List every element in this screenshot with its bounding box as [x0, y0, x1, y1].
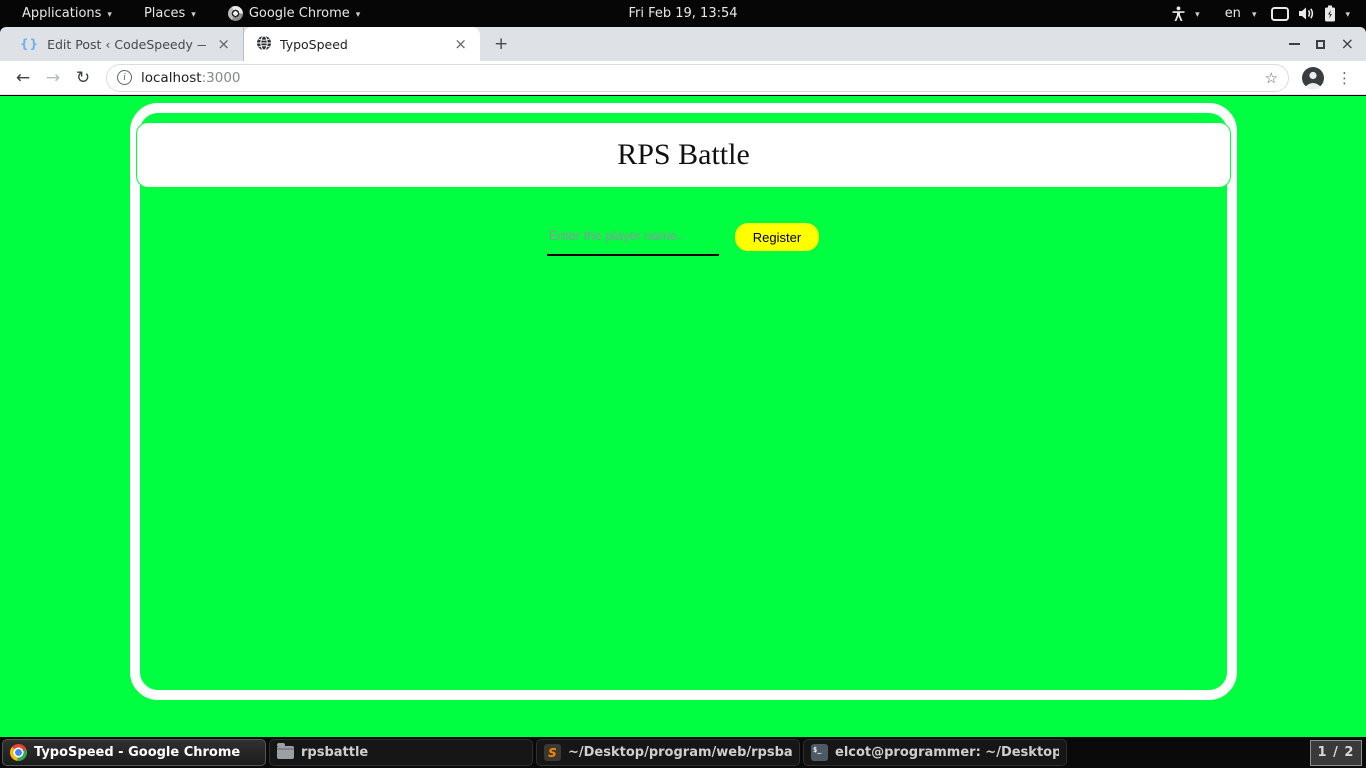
accessibility-menu[interactable]: ▾: [1167, 0, 1204, 27]
display-icon: [1271, 0, 1289, 27]
desktop: Applications ▾ Places ▾ Google Chrome ▾ …: [0, 0, 1366, 768]
url-host: localhost: [141, 70, 202, 86]
tab-codespeedy[interactable]: {} Edit Post ‹ CodeSpeedy — ×: [8, 27, 244, 61]
top-bar-status-area: ▾ en ▾ ▾: [1167, 0, 1366, 27]
taskbar-item-files[interactable]: rpsbattle: [269, 739, 533, 766]
game-panel: RPS Battle: [130, 103, 1237, 700]
folder-icon: [277, 744, 294, 761]
url-text: localhost:3000: [141, 70, 241, 86]
applications-menu-label: Applications: [22, 6, 101, 21]
taskbar-item-label: elcot@programmer: ~/Desktop/pr…: [835, 745, 1059, 760]
chrome-window: {} Edit Post ‹ CodeSpeedy — × TypoSpeed …: [0, 27, 1366, 737]
back-button[interactable]: ←: [8, 63, 38, 93]
chevron-down-icon: ▾: [1252, 10, 1257, 20]
page-info-icon[interactable]: i: [117, 70, 132, 85]
active-app-menu[interactable]: Google Chrome ▾: [216, 0, 373, 27]
browser-menu-icon[interactable]: ⋮: [1331, 69, 1358, 87]
chevron-down-icon: ▾: [1345, 10, 1350, 20]
maximize-icon[interactable]: [1316, 40, 1325, 49]
url-port: :3000: [202, 70, 241, 86]
reload-button[interactable]: ↻: [68, 63, 98, 93]
taskbar-item-label: TypoSpeed - Google Chrome: [34, 745, 240, 760]
address-bar[interactable]: i localhost:3000 ☆: [106, 64, 1289, 92]
volume-icon: [1298, 0, 1315, 27]
tab-title: Edit Post ‹ CodeSpeedy —: [47, 37, 206, 52]
taskbar-item-label: ~/Desktop/program/web/rpsbattl…: [568, 745, 792, 760]
player-name-input[interactable]: [547, 222, 719, 256]
chevron-down-icon: ▾: [107, 10, 112, 20]
taskbar-item-terminal[interactable]: $_ elcot@programmer: ~/Desktop/pr…: [803, 739, 1067, 766]
taskbar-item-sublime[interactable]: S ~/Desktop/program/web/rpsbattl…: [536, 739, 800, 766]
keyboard-layout-menu[interactable]: en ▾: [1211, 0, 1261, 27]
browser-toolbar: ← → ↻ i localhost:3000 ☆ ⋮: [0, 61, 1366, 95]
globe-favicon: [256, 35, 272, 54]
tab-typospeed[interactable]: TypoSpeed ×: [244, 27, 480, 61]
register-button[interactable]: Register: [735, 223, 819, 251]
chrome-icon: [10, 744, 27, 761]
chevron-down-icon: ▾: [1195, 10, 1200, 20]
tab-strip: {} Edit Post ‹ CodeSpeedy — × TypoSpeed …: [0, 27, 1366, 61]
terminal-icon: $_: [811, 744, 828, 761]
chevron-down-icon: ▾: [191, 10, 196, 20]
page-header: RPS Battle: [136, 122, 1231, 188]
chevron-down-icon: ▾: [356, 10, 361, 20]
page-title: RPS Battle: [617, 138, 750, 172]
profile-avatar[interactable]: [1301, 66, 1325, 90]
braces-favicon: {}: [20, 37, 39, 51]
taskbar-item-chrome[interactable]: TypoSpeed - Google Chrome: [2, 739, 266, 766]
close-icon[interactable]: ×: [214, 35, 233, 53]
system-status-menu[interactable]: ▾: [1267, 0, 1354, 27]
active-app-menu-label: Google Chrome: [249, 6, 350, 21]
chrome-symbolic-icon: [228, 6, 243, 21]
tab-title: TypoSpeed: [280, 37, 443, 52]
window-controls: ×: [1289, 27, 1366, 61]
rps-battle-page: RPS Battle Register: [0, 96, 1366, 737]
bookmark-star-icon[interactable]: ☆: [1265, 69, 1278, 87]
applications-menu[interactable]: Applications ▾: [10, 0, 124, 27]
places-menu[interactable]: Places ▾: [132, 0, 208, 27]
forward-button[interactable]: →: [38, 63, 68, 93]
minimize-icon[interactable]: [1289, 43, 1300, 45]
close-icon[interactable]: ×: [451, 35, 470, 53]
battery-charging-icon: [1324, 0, 1336, 27]
accessibility-icon: [1171, 0, 1186, 27]
window-list-taskbar: TypoSpeed - Google Chrome rpsbattle S ~/…: [0, 737, 1366, 768]
taskbar-item-label: rpsbattle: [301, 745, 368, 760]
sublime-text-icon: S: [544, 744, 561, 761]
keyboard-layout-indicator: en: [1215, 6, 1243, 21]
gnome-top-bar: Applications ▾ Places ▾ Google Chrome ▾ …: [0, 0, 1366, 27]
workspace-indicator[interactable]: 1 / 2: [1310, 740, 1362, 766]
top-bar-menus: Applications ▾ Places ▾ Google Chrome ▾: [0, 0, 372, 27]
places-menu-label: Places: [144, 6, 185, 21]
close-icon[interactable]: ×: [1341, 36, 1354, 52]
new-tab-button[interactable]: +: [480, 27, 522, 61]
register-form: Register: [0, 222, 1366, 256]
